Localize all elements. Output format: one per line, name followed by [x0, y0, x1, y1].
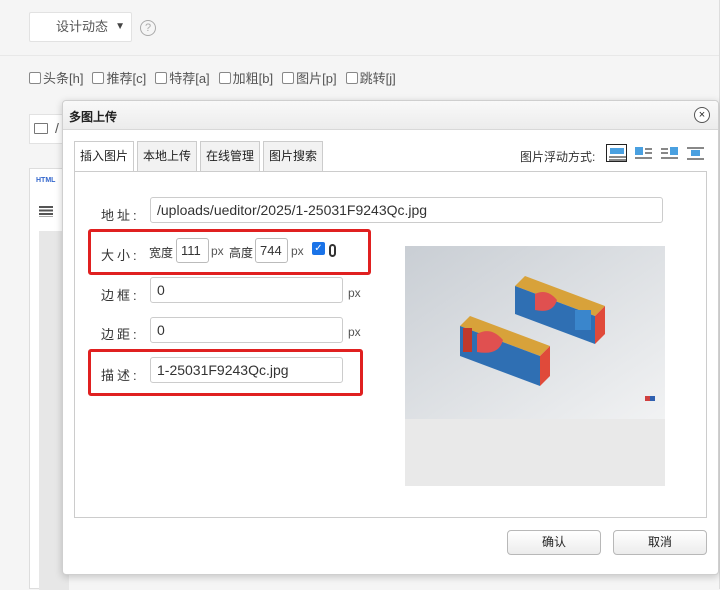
tab-image-search[interactable]: 图片搜索: [263, 141, 324, 171]
width-unit: px: [211, 244, 224, 258]
product-box-image: [405, 246, 665, 419]
image-icon: [34, 123, 48, 134]
lock-ratio-checkbox[interactable]: ✓: [312, 242, 325, 255]
dialog-title: 多图上传: [69, 110, 118, 124]
dialog-header[interactable]: 多图上传 ×: [63, 101, 718, 130]
float-mode-label: 图片浮动方式:: [520, 150, 596, 164]
image-preview: [405, 246, 665, 486]
checkbox[interactable]: [92, 71, 105, 84]
divider: [0, 55, 720, 56]
margin-label: 边距:: [101, 327, 140, 342]
width-input[interactable]: 111: [176, 238, 209, 263]
multi-image-upload-dialog: 多图上传 × 插入图片 本地上传 在线管理 图片搜索 图片浮动方式: 地址: /…: [62, 100, 719, 575]
border-unit: px: [348, 286, 361, 300]
flag-jump[interactable]: 跳转[j]: [345, 68, 396, 87]
address-label: 地址:: [101, 208, 140, 223]
html-source-button[interactable]: HTML: [36, 177, 55, 184]
address-input[interactable]: /uploads/ueditor/2025/1-25031F9243Qc.jpg: [150, 197, 663, 223]
tab-insert-image[interactable]: 插入图片: [74, 141, 135, 172]
checkbox[interactable]: [155, 71, 168, 84]
flag-options: 头条[h] 推荐[c] 特荐[a] 加粗[b] 图片[p] 跳转[j]: [29, 68, 396, 87]
float-none-icon[interactable]: [606, 144, 627, 162]
flag-special[interactable]: 特荐[a]: [155, 68, 210, 87]
checkbox[interactable]: [29, 71, 41, 84]
checkbox[interactable]: [345, 71, 358, 84]
category-select[interactable]: 设计动态 ▼: [29, 12, 132, 42]
margin-unit: px: [348, 325, 361, 339]
border-input[interactable]: 0: [150, 277, 343, 303]
height-label: 高度: [229, 246, 254, 260]
flag-headline[interactable]: 头条[h]: [29, 68, 83, 87]
flag-picture[interactable]: 图片[p]: [282, 68, 337, 87]
cancel-button[interactable]: 取消: [613, 530, 707, 555]
float-right-icon[interactable]: [658, 144, 679, 162]
description-label: 描述:: [101, 368, 140, 383]
close-icon[interactable]: ×: [694, 107, 710, 123]
lock-icon[interactable]: [329, 244, 336, 257]
help-icon[interactable]: ?: [140, 20, 156, 36]
tab-online-manage[interactable]: 在线管理: [200, 141, 261, 171]
thumbnail-path: /: [55, 120, 59, 136]
margin-input[interactable]: 0: [150, 317, 343, 343]
float-left-icon[interactable]: [632, 144, 653, 162]
category-select-value: 设计动态: [56, 19, 109, 34]
tab-local-upload[interactable]: 本地上传: [137, 141, 198, 171]
confirm-button[interactable]: 确认: [507, 530, 601, 555]
tab-bar: 插入图片 本地上传 在线管理 图片搜索: [74, 141, 324, 172]
width-label: 宽度: [149, 246, 174, 260]
float-center-icon[interactable]: [684, 144, 705, 162]
align-icon[interactable]: [39, 206, 53, 217]
flag-bold[interactable]: 加粗[b]: [218, 68, 273, 87]
chevron-down-icon: ▼: [115, 21, 125, 32]
flag-recommend[interactable]: 推荐[c]: [92, 68, 146, 87]
height-unit: px: [291, 244, 304, 258]
size-label: 大小:: [101, 248, 140, 263]
float-mode-options: [606, 144, 705, 162]
checkbox[interactable]: [218, 71, 231, 84]
description-input[interactable]: 1-25031F9243Qc.jpg: [150, 357, 343, 383]
height-input[interactable]: 744: [255, 238, 288, 263]
border-label: 边框:: [101, 288, 140, 303]
checkbox[interactable]: [282, 71, 295, 84]
